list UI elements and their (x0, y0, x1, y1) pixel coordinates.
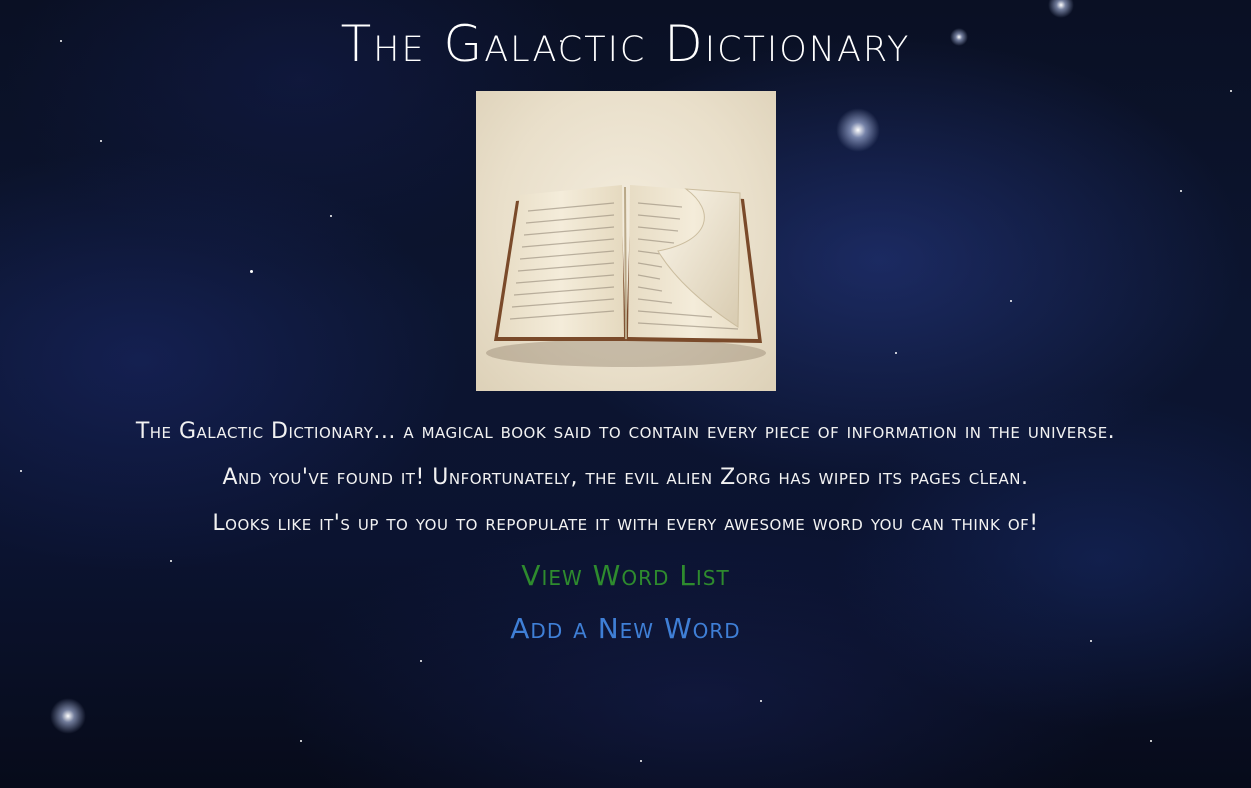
intro-line-2: And you've found it! Unfortunately, the … (222, 465, 1029, 490)
intro-line-1: The Galactic Dictionary... a magical boo… (135, 419, 1116, 444)
intro-line-3: Looks like it's up to you to repopulate … (212, 511, 1039, 536)
intro-text: The Galactic Dictionary... a magical boo… (0, 409, 1251, 547)
page-title: The Galactic Dictionary (340, 15, 911, 73)
add-new-word-link[interactable]: Add a New Word (0, 602, 1251, 655)
main-content: The Galactic Dictionary The Galactic Dic… (0, 0, 1251, 655)
nav-links: View Word List Add a New Word (0, 549, 1251, 655)
dictionary-book-image (475, 91, 776, 391)
view-word-list-link[interactable]: View Word List (0, 549, 1251, 602)
